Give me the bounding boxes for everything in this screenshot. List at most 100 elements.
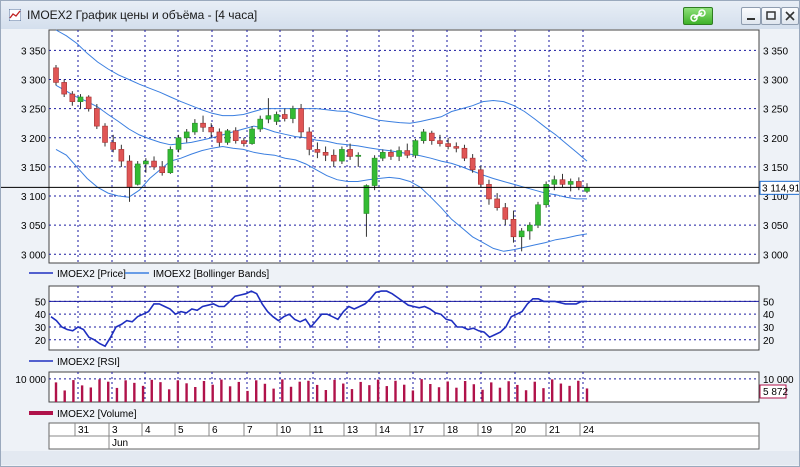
day-label: 10	[280, 425, 292, 436]
volume-bar	[167, 389, 171, 402]
volume-bar	[516, 384, 519, 402]
volume-bar	[368, 385, 371, 402]
volume-bar	[141, 385, 145, 402]
volume-bar	[307, 380, 310, 402]
price-y-tick-right: 3 250	[763, 105, 788, 116]
volume-bar	[298, 381, 301, 402]
candle-down	[53, 67, 59, 83]
candle-up	[535, 204, 541, 226]
volume-bar	[402, 384, 406, 402]
volume-bar	[472, 384, 476, 402]
day-label: 18	[447, 425, 459, 436]
chart-window: IMOEX2 График цены и объёма - [4 часа] 3…	[0, 0, 800, 467]
candle-down	[151, 160, 157, 168]
candle-down	[118, 149, 125, 162]
volume-bar	[481, 389, 484, 402]
candle-up	[134, 163, 141, 185]
day-label: 13	[347, 425, 359, 436]
candle-down	[453, 146, 460, 149]
volume-bar	[350, 389, 354, 402]
volume-bar	[446, 381, 449, 402]
candle-down	[477, 169, 484, 185]
rsi-y-tick-left: 30	[35, 323, 47, 334]
volume-bar	[490, 382, 493, 402]
volume-bar	[324, 390, 328, 402]
day-label: 21	[549, 425, 561, 436]
candle-up	[77, 96, 84, 102]
volume-bar	[263, 383, 267, 402]
price-y-tick-right: 3 150	[763, 163, 788, 174]
volume-bar	[80, 385, 84, 402]
day-label: 24	[583, 425, 595, 436]
volume-bar	[98, 379, 101, 402]
candle-up	[192, 122, 198, 133]
day-label: 11	[313, 425, 324, 436]
volume-bar	[420, 379, 423, 402]
volume-bar	[411, 390, 415, 402]
volume-bar	[115, 387, 119, 402]
candle-up	[567, 181, 574, 185]
candle-down	[69, 93, 76, 102]
candle-down	[502, 207, 509, 220]
volume-bar	[342, 383, 345, 402]
price-legend: IMOEX2 [Price] IMOEX2 [Bollinger Bands]	[29, 269, 269, 280]
volume-bar	[385, 386, 388, 402]
candle-up	[396, 150, 402, 157]
chart-area[interactable]: 3 350 3 350 3 300 3 300 3 250 3 250 3 200 3 200…	[1, 1, 799, 466]
candle-down	[428, 132, 435, 141]
candle-down	[241, 140, 247, 144]
volume-bar	[315, 384, 319, 402]
volume-bar	[159, 382, 162, 402]
volume-legend-swatch	[29, 411, 53, 415]
candle-down	[469, 157, 476, 171]
rsi-panel-frame	[48, 285, 760, 351]
volume-bar	[542, 388, 545, 402]
day-label: 3	[112, 425, 118, 436]
volume-bar	[72, 380, 75, 402]
price-y-tick-left: 3 000	[21, 250, 46, 261]
volume-bar	[394, 380, 397, 402]
volume-bar	[524, 390, 528, 402]
price-y-tick-right: 3 050	[763, 221, 788, 232]
candle-down	[208, 126, 215, 133]
volume-bar	[455, 387, 458, 402]
candle-down	[461, 147, 468, 159]
day-label: 6	[212, 425, 218, 436]
rsi-y-tick-left: 20	[35, 336, 47, 347]
volume-bar	[498, 387, 502, 402]
candle-down	[159, 166, 165, 174]
candle-up	[420, 131, 427, 141]
candle-up	[584, 186, 590, 192]
candle-up	[257, 118, 264, 130]
volume-bar	[220, 379, 223, 402]
day-label: 31	[78, 425, 90, 436]
rsi-legend-label: IMOEX2 [RSI]	[57, 357, 120, 368]
candle-up	[143, 160, 149, 165]
candle-up	[167, 149, 174, 174]
candle-down	[510, 219, 517, 238]
candle-down	[306, 131, 313, 150]
bollinger-legend-label: IMOEX2 [Bollinger Bands]	[153, 269, 269, 280]
rsi-y-tick-right: 20	[763, 336, 775, 347]
candle-up	[412, 140, 419, 156]
candle-up	[249, 128, 255, 144]
volume-bar	[333, 379, 336, 402]
candle-up	[224, 130, 231, 143]
volume-bar	[429, 384, 432, 402]
price-y-tick-right: 3 300	[763, 76, 788, 87]
candle-down	[437, 140, 443, 144]
candle-down	[298, 108, 304, 133]
volume-bar	[211, 384, 214, 402]
rsi-y-tick-right: 40	[763, 310, 775, 321]
price-y-tick-left: 3 050	[21, 221, 46, 232]
candle-down	[126, 160, 133, 188]
candle-up	[290, 108, 296, 119]
volume-legend-label: IMOEX2 [Volume]	[57, 409, 137, 420]
rsi-legend: IMOEX2 [RSI]	[29, 357, 120, 368]
rsi-y-tick-right: 50	[763, 297, 775, 308]
price-y-tick-left: 3 200	[21, 134, 46, 145]
bottom-strip	[1, 451, 799, 465]
candle-down	[200, 122, 206, 128]
candle-up	[355, 154, 362, 157]
candle-up	[265, 115, 272, 120]
